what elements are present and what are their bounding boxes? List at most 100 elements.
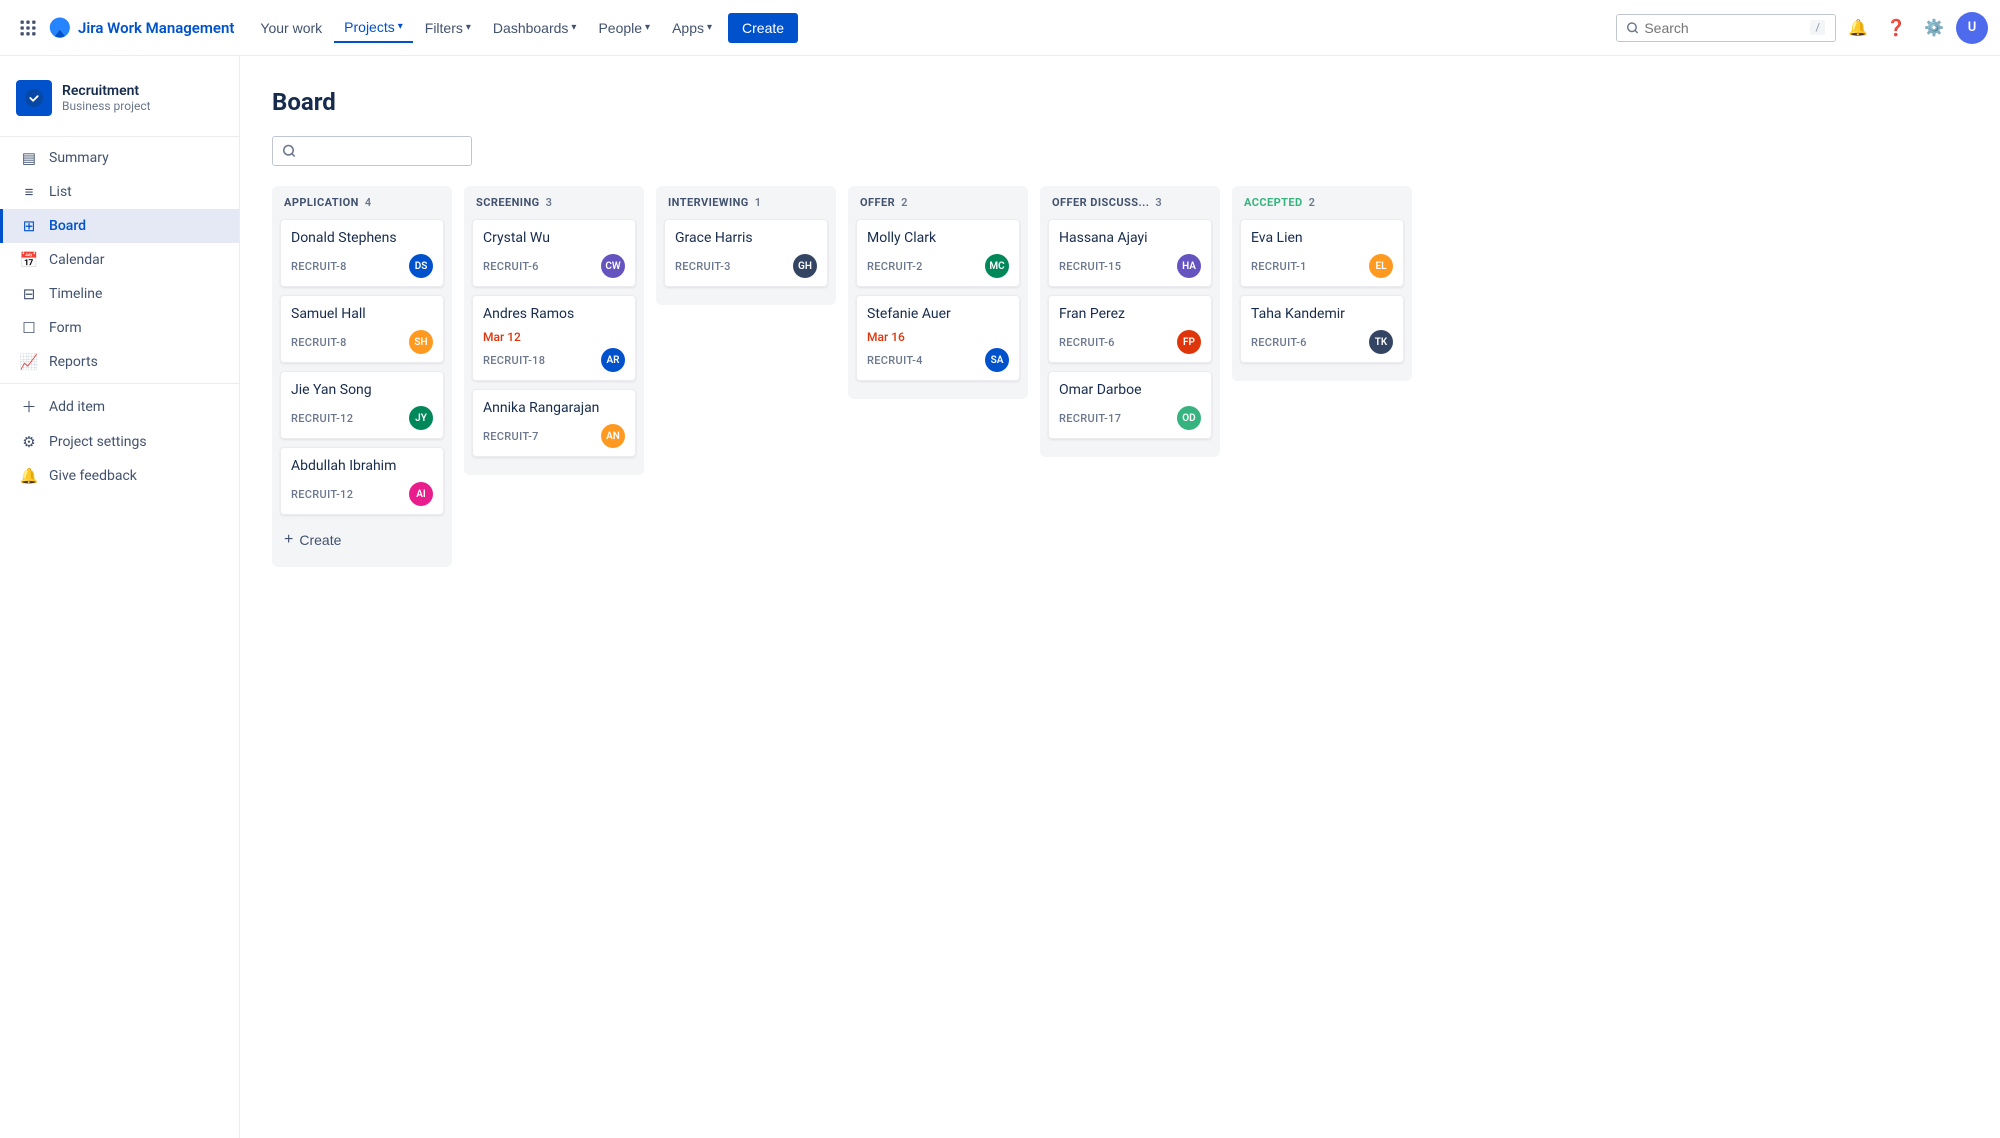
nav-dashboards[interactable]: Dashboards▾: [483, 14, 587, 42]
form-icon: ☐: [19, 319, 39, 337]
sidebar-divider: [0, 136, 239, 137]
card-grace-harris[interactable]: Grace Harris RECRUIT-3 GH: [664, 219, 828, 287]
card-donald-stephens[interactable]: Donald Stephens RECRUIT-8 DS: [280, 219, 444, 287]
card-footer: RECRUIT-8 SH: [291, 330, 433, 354]
sidebar-item-reports[interactable]: 📈 Reports: [0, 345, 239, 379]
sidebar-label-reports: Reports: [49, 354, 98, 370]
avatar: OD: [1177, 406, 1201, 430]
card-eva-lien[interactable]: Eva Lien RECRUIT-1 EL: [1240, 219, 1404, 287]
card-name: Molly Clark: [867, 230, 1009, 246]
sidebar-label-add-item: Add item: [49, 399, 105, 415]
card-id: RECRUIT-8: [291, 260, 347, 273]
sidebar-label-calendar: Calendar: [49, 252, 105, 268]
card-name: Donald Stephens: [291, 230, 433, 246]
column-count-application: 4: [365, 196, 371, 209]
card-crystal-wu[interactable]: Crystal Wu RECRUIT-6 CW: [472, 219, 636, 287]
card-name: Jie Yan Song: [291, 382, 433, 398]
avatar: EL: [1369, 254, 1393, 278]
card-jie-yan-song[interactable]: Jie Yan Song RECRUIT-12 JY: [280, 371, 444, 439]
column-count-screening: 3: [546, 196, 552, 209]
card-taha-kandemir[interactable]: Taha Kandemir RECRUIT-6 TK: [1240, 295, 1404, 363]
settings-icon[interactable]: ⚙️: [1918, 12, 1950, 44]
avatar: HA: [1177, 254, 1201, 278]
column-count-accepted: 2: [1309, 196, 1315, 209]
card-abdullah-ibrahim[interactable]: Abdullah Ibrahim RECRUIT-12 AI: [280, 447, 444, 515]
create-button[interactable]: Create: [728, 13, 798, 43]
card-hassana-ajayi[interactable]: Hassana Ajayi RECRUIT-15 HA: [1048, 219, 1212, 287]
card-footer: RECRUIT-17 OD: [1059, 406, 1201, 430]
sidebar-label-board: Board: [49, 218, 86, 234]
card-id: RECRUIT-6: [483, 260, 539, 273]
board-search-icon: [283, 144, 296, 158]
card-stefanie-auer[interactable]: Stefanie Auer Mar 16 RECRUIT-4 SA: [856, 295, 1020, 381]
card-fran-perez[interactable]: Fran Perez RECRUIT-6 FP: [1048, 295, 1212, 363]
column-offer-discuss: OFFER DISCUSS... 3 Hassana Ajayi RECRUIT…: [1040, 186, 1220, 457]
sidebar-item-calendar[interactable]: 📅 Calendar: [0, 243, 239, 277]
nav-people[interactable]: People▾: [588, 14, 660, 42]
add-item-icon: ＋: [19, 396, 39, 417]
card-name: Abdullah Ibrahim: [291, 458, 433, 474]
nav-projects[interactable]: Projects▾: [334, 13, 413, 43]
sidebar-item-add-item[interactable]: ＋ Add item: [0, 388, 239, 425]
card-name: Crystal Wu: [483, 230, 625, 246]
card-id: RECRUIT-3: [675, 260, 731, 273]
avatar: AI: [409, 482, 433, 506]
sidebar-project: Recruitment Business project: [0, 72, 239, 132]
board-icon: ⊞: [19, 217, 39, 235]
sidebar-item-project-settings[interactable]: ⚙ Project settings: [0, 425, 239, 459]
board-search-box[interactable]: [272, 136, 472, 166]
card-annika-rangarajan[interactable]: Annika Rangarajan RECRUIT-7 AN: [472, 389, 636, 457]
card-footer: RECRUIT-15 HA: [1059, 254, 1201, 278]
column-count-offer: 2: [901, 196, 907, 209]
card-id: RECRUIT-2: [867, 260, 923, 273]
sidebar-item-board[interactable]: ⊞ Board: [0, 209, 239, 243]
card-id: RECRUIT-1: [1251, 260, 1307, 273]
sidebar-label-list: List: [49, 184, 72, 200]
sidebar-label-summary: Summary: [49, 150, 109, 166]
nav-filters[interactable]: Filters▾: [415, 14, 481, 42]
card-andres-ramos[interactable]: Andres Ramos Mar 12 RECRUIT-18 AR: [472, 295, 636, 381]
notifications-icon[interactable]: 🔔: [1842, 12, 1874, 44]
app-name: Jira Work Management: [78, 19, 234, 37]
card-samuel-hall[interactable]: Samuel Hall RECRUIT-8 SH: [280, 295, 444, 363]
card-name: Hassana Ajayi: [1059, 230, 1201, 246]
card-footer: RECRUIT-1 EL: [1251, 254, 1393, 278]
card-name: Fran Perez: [1059, 306, 1201, 322]
sidebar-item-list[interactable]: ≡ List: [0, 175, 239, 209]
sidebar-item-timeline[interactable]: ⊟ Timeline: [0, 277, 239, 311]
nav-your-work[interactable]: Your work: [250, 14, 332, 42]
grid-icon[interactable]: [12, 12, 44, 44]
sidebar-item-summary[interactable]: ▤ Summary: [0, 141, 239, 175]
app-logo[interactable]: Jira Work Management: [48, 16, 234, 40]
nav-apps[interactable]: Apps▾: [662, 14, 722, 42]
sidebar: Recruitment Business project ▤ Summary ≡…: [0, 56, 240, 1138]
card-footer: RECRUIT-7 AN: [483, 424, 625, 448]
card-due: Mar 16: [867, 330, 1009, 344]
card-omar-darboe[interactable]: Omar Darboe RECRUIT-17 OD: [1048, 371, 1212, 439]
avatar: SH: [409, 330, 433, 354]
sidebar-label-give-feedback: Give feedback: [49, 468, 137, 484]
avatar: JY: [409, 406, 433, 430]
topnav-nav: Your work Projects▾ Filters▾ Dashboards▾…: [250, 13, 1616, 43]
search-input[interactable]: [1644, 20, 1804, 36]
create-label: Create: [299, 532, 341, 548]
summary-icon: ▤: [19, 149, 39, 167]
give-feedback-icon: 🔔: [19, 467, 39, 485]
list-icon: ≡: [19, 183, 39, 201]
card-footer: RECRUIT-4 SA: [867, 348, 1009, 372]
create-card-button[interactable]: + Create: [280, 523, 444, 557]
topnav: Jira Work Management Your work Projects▾…: [0, 0, 2000, 56]
page-title: Board: [272, 88, 1968, 116]
avatar[interactable]: U: [1956, 12, 1988, 44]
card-name: Stefanie Auer: [867, 306, 1009, 322]
search-box[interactable]: /: [1616, 14, 1836, 42]
sidebar-item-give-feedback[interactable]: 🔔 Give feedback: [0, 459, 239, 493]
sidebar-item-form[interactable]: ☐ Form: [0, 311, 239, 345]
card-molly-clark[interactable]: Molly Clark RECRUIT-2 MC: [856, 219, 1020, 287]
sidebar-label-timeline: Timeline: [49, 286, 102, 302]
column-title-application: APPLICATION: [284, 196, 359, 209]
card-footer: RECRUIT-6 FP: [1059, 330, 1201, 354]
board: APPLICATION 4 Donald Stephens RECRUIT-8 …: [272, 186, 1968, 583]
board-search-input[interactable]: [302, 143, 461, 159]
help-icon[interactable]: ❓: [1880, 12, 1912, 44]
